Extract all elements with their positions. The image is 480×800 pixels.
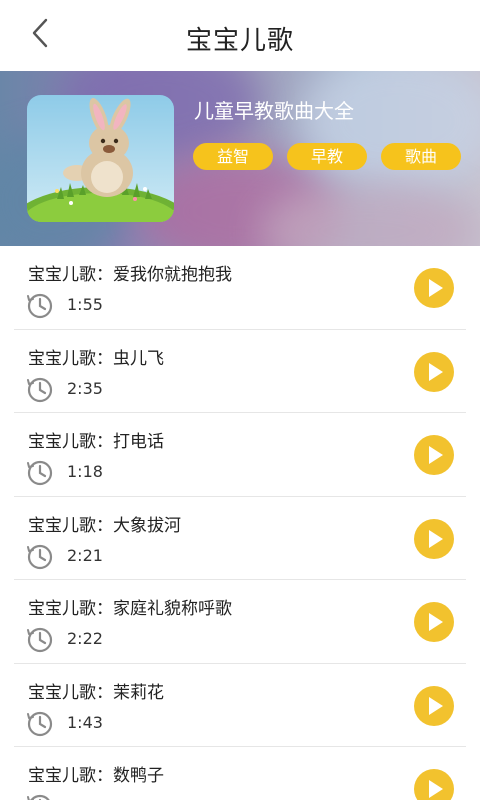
- song-row[interactable]: 宝宝儿歌：数鸭子: [14, 747, 466, 800]
- clock-icon: [27, 544, 53, 569]
- play-icon[interactable]: [414, 268, 454, 308]
- tag-chip[interactable]: 益智: [193, 143, 273, 170]
- play-icon[interactable]: [414, 518, 454, 559]
- song-row[interactable]: 宝宝儿歌：虫儿飞 2:35: [14, 330, 466, 413]
- album-cover-image[interactable]: [27, 95, 174, 222]
- page-title: 宝宝儿歌: [185, 26, 294, 56]
- album-tags: 益智 早教 歌曲: [193, 143, 461, 170]
- song-title: 宝宝儿歌：打电话: [28, 432, 164, 452]
- song-row[interactable]: 宝宝儿歌：爱我你就抱抱我 1:55: [14, 246, 466, 330]
- play-icon[interactable]: [414, 435, 454, 475]
- bunny-illustration: [27, 95, 174, 222]
- song-duration: 2:21: [67, 545, 103, 565]
- clock-icon: [27, 293, 53, 319]
- song-row[interactable]: 宝宝儿歌：茉莉花 1:43: [14, 664, 466, 747]
- song-row[interactable]: 宝宝儿歌：打电话 1:18: [14, 413, 466, 497]
- clock-icon: [27, 711, 53, 736]
- song-title: 宝宝儿歌：爱我你就抱抱我: [28, 265, 232, 285]
- clock-icon: [27, 627, 53, 653]
- album-title: 儿童早教歌曲大全: [194, 99, 354, 123]
- clock-icon: [27, 794, 50, 800]
- tag-chip[interactable]: 早教: [287, 143, 367, 170]
- banner-background-blur: [300, 71, 480, 191]
- album-banner: 儿童早教歌曲大全 益智 早教 歌曲: [0, 71, 480, 246]
- song-title: 宝宝儿歌：茉莉花: [28, 682, 164, 703]
- song-duration: 1:55: [67, 295, 103, 314]
- song-row[interactable]: 宝宝儿歌：家庭礼貌称呼歌 2:22: [14, 580, 466, 664]
- song-duration: 2:22: [67, 629, 103, 648]
- play-icon[interactable]: [414, 769, 454, 800]
- song-title: 宝宝儿歌：虫儿飞: [28, 348, 164, 369]
- song-list: 宝宝儿歌：爱我你就抱抱我 1:55 宝宝儿歌：虫儿飞 2:35 宝宝儿歌：打电话…: [0, 246, 480, 800]
- tag-chip[interactable]: 歌曲: [381, 143, 461, 170]
- song-title: 宝宝儿歌：数鸭子: [28, 766, 164, 786]
- top-bar: 宝宝儿歌: [0, 0, 480, 71]
- play-icon[interactable]: [414, 685, 454, 726]
- clock-icon: [27, 460, 53, 486]
- song-duration: 1:43: [67, 712, 103, 732]
- song-title: 宝宝儿歌：家庭礼貌称呼歌: [28, 599, 232, 619]
- play-icon[interactable]: [414, 351, 454, 392]
- play-icon[interactable]: [414, 602, 454, 642]
- song-title: 宝宝儿歌：大象拔河: [28, 515, 181, 536]
- song-row[interactable]: 宝宝儿歌：大象拔河 2:21: [14, 497, 466, 580]
- song-duration: 1:18: [67, 462, 103, 481]
- song-duration: 2:35: [67, 378, 103, 398]
- clock-icon: [27, 377, 53, 402]
